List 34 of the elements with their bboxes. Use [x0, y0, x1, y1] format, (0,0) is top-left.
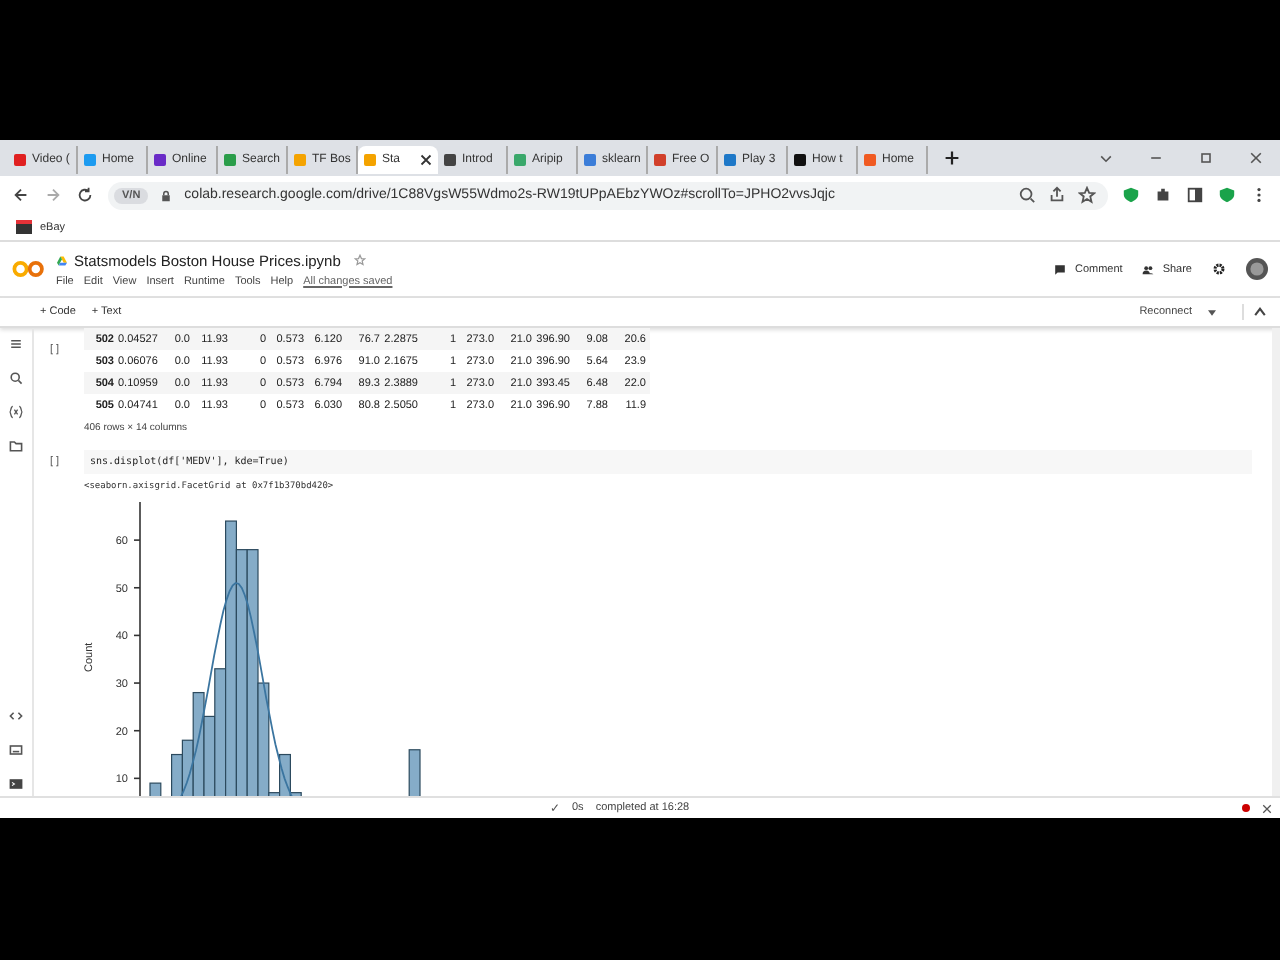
shield-icon[interactable] [1218, 186, 1236, 204]
folder-icon[interactable] [8, 438, 24, 454]
side-panel-icon[interactable] [1186, 186, 1204, 204]
colab-logo[interactable] [12, 258, 46, 280]
avatar[interactable] [1246, 258, 1268, 280]
close-icon[interactable] [1248, 150, 1264, 166]
chevron-down-icon[interactable] [1098, 150, 1114, 166]
share-icon[interactable] [1048, 186, 1066, 204]
star-icon[interactable] [354, 254, 367, 266]
terminal-icon[interactable] [8, 776, 24, 792]
variables-icon[interactable] [8, 404, 24, 420]
drive-icon [56, 255, 68, 265]
settings-icon[interactable] [1212, 262, 1226, 276]
back-icon[interactable] [12, 186, 30, 204]
close-icon[interactable] [1262, 803, 1272, 813]
code-icon[interactable] [8, 708, 24, 724]
status-dot [1242, 804, 1250, 812]
star-icon[interactable] [1078, 186, 1096, 204]
restore-icon[interactable] [1198, 150, 1214, 166]
close-icon[interactable] [420, 154, 432, 166]
shield-icon[interactable] [1122, 186, 1140, 204]
chevron-up-icon[interactable] [1242, 304, 1268, 320]
comment-icon [1054, 263, 1067, 275]
menu-icon[interactable] [8, 336, 24, 352]
lock-icon [160, 189, 173, 201]
people-icon [1142, 263, 1155, 275]
reload-icon[interactable] [76, 186, 94, 204]
zoom-icon[interactable] [1018, 186, 1036, 204]
keyboard-icon[interactable] [8, 742, 24, 758]
new-tab-icon[interactable] [944, 150, 960, 166]
histogram-bar [149, 782, 162, 796]
search-icon[interactable] [8, 370, 24, 386]
histogram-bar [408, 749, 421, 796]
caret-icon[interactable] [1208, 309, 1216, 315]
